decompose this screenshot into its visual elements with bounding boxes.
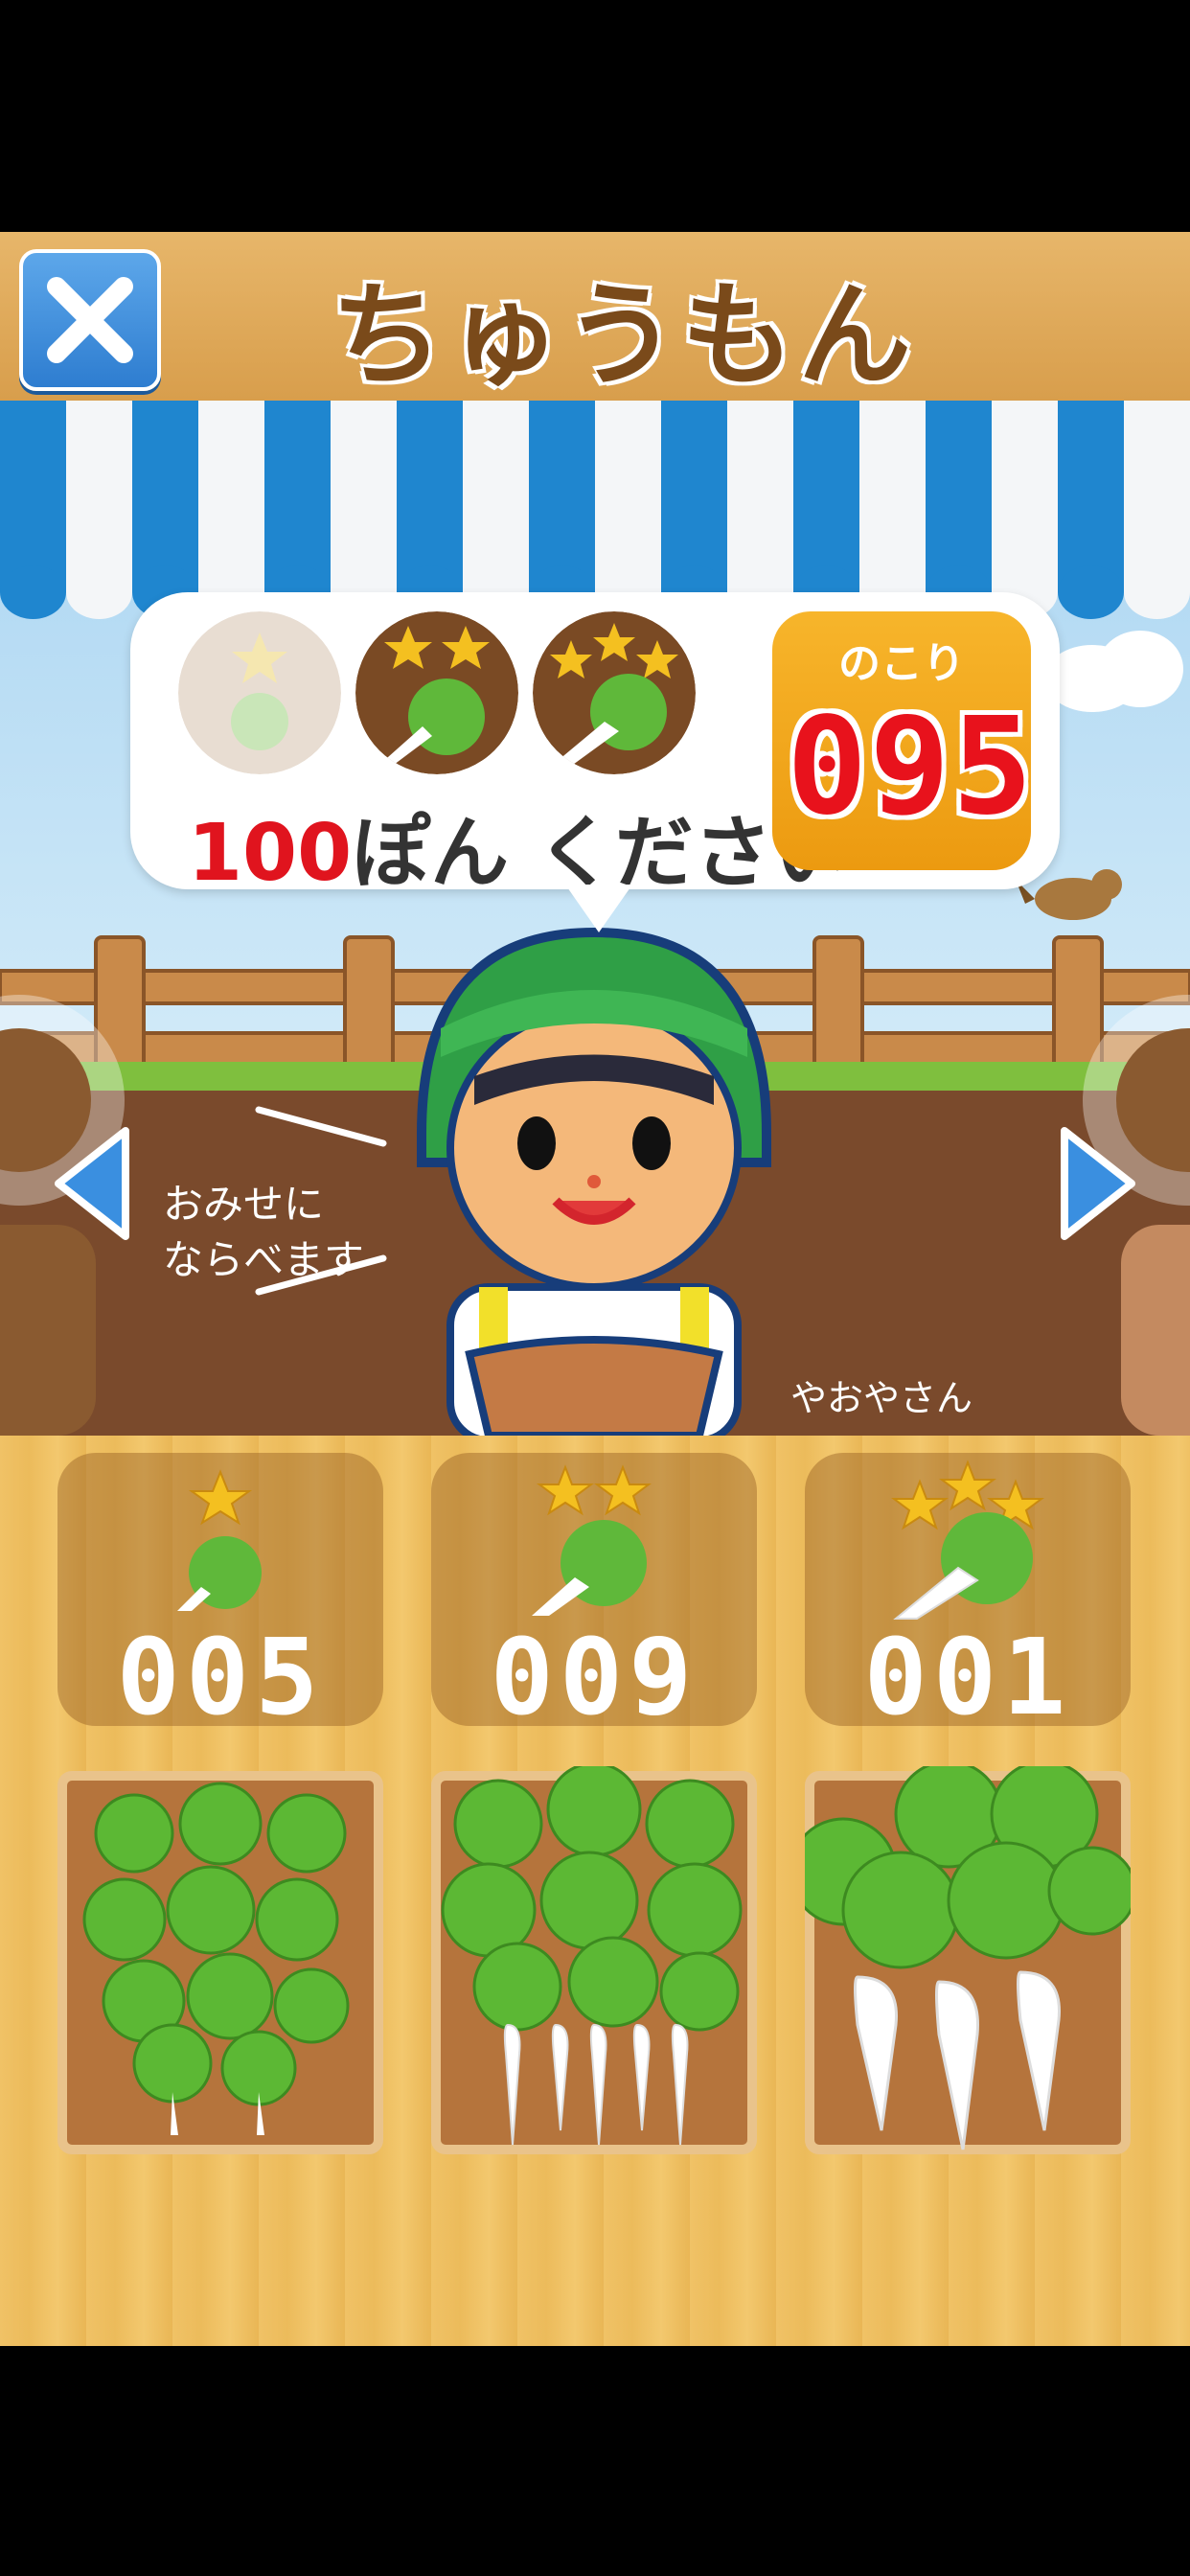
grade-3-radish-icon — [533, 611, 696, 774]
shelf-hint-line1: おみせに — [163, 1181, 325, 1228]
basket-grade-2[interactable] — [431, 1766, 757, 2154]
radish-small-icon — [532, 1464, 652, 1616]
awning-stripe — [66, 401, 132, 592]
shelf-hint-line2: ならべます — [163, 1236, 365, 1283]
awning-stripe — [859, 401, 926, 592]
order-bubble: 100ぽん ください のこり 095 — [130, 592, 1060, 899]
radish-large-icon — [891, 1460, 1044, 1620]
awning-stripe — [264, 401, 331, 592]
awning-stripe — [1124, 401, 1190, 592]
awning-stripe — [727, 401, 793, 592]
close-button[interactable] — [19, 249, 161, 391]
order-quantity: 100 — [188, 808, 353, 899]
awning-stripe — [132, 401, 198, 592]
shopkeeper-character — [417, 927, 771, 1436]
inventory-count-grade-1: 005 — [116, 1616, 325, 1738]
awning-stripe — [926, 401, 992, 592]
inventory-count-grade-2: 009 — [490, 1616, 698, 1738]
awning-stripe — [793, 401, 859, 592]
inventory-panel: 005 009 001 — [0, 1436, 1190, 2346]
remaining-label: のこり — [838, 639, 965, 688]
awning-stripe — [529, 401, 595, 592]
grade-2-radish-icon — [355, 611, 518, 774]
inventory-card-grade-2[interactable]: 009 — [431, 1453, 757, 1738]
header-bar: ちゅうもん — [0, 232, 1190, 406]
awning-stripe — [397, 401, 463, 592]
awning-stripe — [595, 401, 661, 592]
arrow-right-icon[interactable] — [1050, 1121, 1146, 1246]
awning-stripe — [0, 401, 66, 592]
awning-stripe — [198, 401, 264, 592]
grade-1-radish-icon — [178, 611, 341, 774]
awning-scallop — [0, 565, 66, 619]
close-icon — [47, 277, 133, 363]
basket-grade-3[interactable] — [805, 1766, 1131, 2154]
page-title: ちゅうもん — [330, 269, 915, 402]
shelf-hint-text: おみせに ならべます — [163, 1177, 393, 1288]
awning-stripe — [331, 401, 397, 592]
basket-grade-1[interactable] — [57, 1766, 383, 2154]
awning-scallop — [66, 565, 132, 619]
remaining-count: 095 — [787, 689, 1035, 845]
arrow-left-icon[interactable] — [44, 1121, 140, 1246]
inventory-card-grade-1[interactable]: 005 — [57, 1453, 383, 1738]
awning-scallop — [1124, 565, 1190, 619]
remaining-box: のこり 095 — [772, 611, 1035, 870]
awning-stripe — [1058, 401, 1124, 592]
inventory-card-grade-3[interactable]: 001 — [805, 1453, 1131, 1738]
shop-scene: 100ぽん ください のこり 095 おみせに ならべます やおやさん — [0, 401, 1190, 1436]
awning-stripe — [661, 401, 727, 592]
awning-stripe — [463, 401, 529, 592]
awning-stripe — [992, 401, 1058, 592]
radish-sprout-icon — [177, 1469, 262, 1611]
awning — [0, 401, 1190, 619]
inventory-count-grade-3: 001 — [863, 1616, 1072, 1738]
order-request-text: 100ぽん ください — [188, 789, 851, 903]
bubble-tail — [565, 885, 632, 932]
awning-scallop — [1058, 565, 1124, 619]
shopkeeper-name: やおやさん — [790, 1377, 973, 1419]
